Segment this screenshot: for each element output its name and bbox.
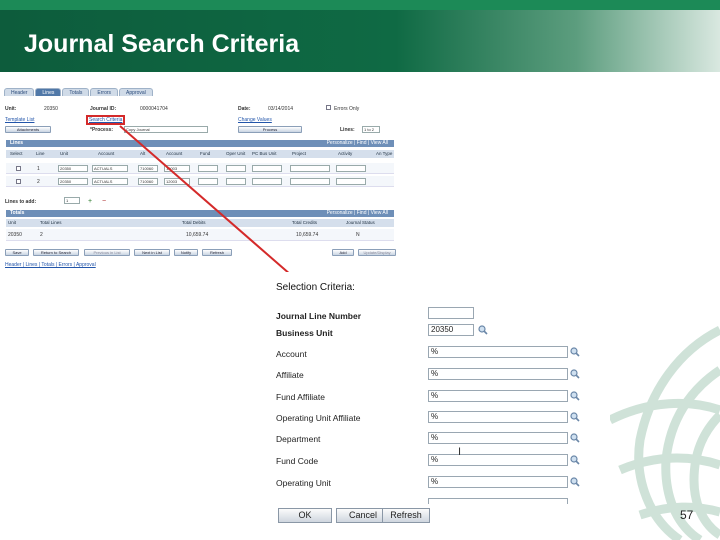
operating-unit-affiliate-lookup-icon[interactable] (570, 412, 580, 422)
operating-unit-input[interactable]: % (428, 476, 568, 488)
operating-unit-lookup-icon[interactable] (570, 477, 580, 487)
fund-affiliate-label: Fund Affiliate (276, 392, 325, 402)
refresh-criteria-button[interactable]: Refresh (382, 508, 430, 523)
selection-criteria-dialog: Selection Criteria: Journal Line Number … (268, 272, 586, 540)
fund-affiliate-lookup-icon[interactable] (570, 391, 580, 401)
operating-unit-label: Operating Unit (276, 478, 331, 488)
fund-code-input[interactable]: % (428, 454, 568, 466)
account-input[interactable]: % (428, 346, 568, 358)
department-label: Department (276, 434, 321, 444)
business-unit-label: Business Unit (276, 328, 333, 338)
fund-affiliate-input[interactable]: % (428, 390, 568, 402)
text-cursor-icon: I (458, 446, 462, 458)
criteria-title: Selection Criteria: (276, 282, 355, 293)
fund-code-lookup-icon[interactable] (570, 455, 580, 465)
business-unit-lookup-icon[interactable] (478, 325, 488, 335)
next-field-input-partial[interactable] (428, 498, 568, 504)
department-input[interactable]: % (428, 432, 568, 444)
affiliate-lookup-icon[interactable] (570, 369, 580, 379)
account-label: Account (276, 349, 307, 359)
journal-line-number-label: Journal Line Number (276, 311, 362, 321)
journal-line-number-input[interactable] (428, 307, 474, 319)
business-unit-input[interactable]: 20350 (428, 324, 474, 336)
ok-button[interactable]: OK (278, 508, 332, 523)
fund-code-label: Fund Code (276, 456, 319, 466)
affiliate-label: Affiliate (276, 370, 304, 380)
department-lookup-icon[interactable] (570, 433, 580, 443)
decorative-globe-graphic (610, 325, 720, 540)
operating-unit-affiliate-input[interactable]: % (428, 411, 568, 423)
operating-unit-affiliate-label: Operating Unit Affiliate (276, 413, 361, 423)
affiliate-input[interactable]: % (428, 368, 568, 380)
page-number: 57 (680, 508, 694, 522)
account-lookup-icon[interactable] (570, 347, 580, 357)
